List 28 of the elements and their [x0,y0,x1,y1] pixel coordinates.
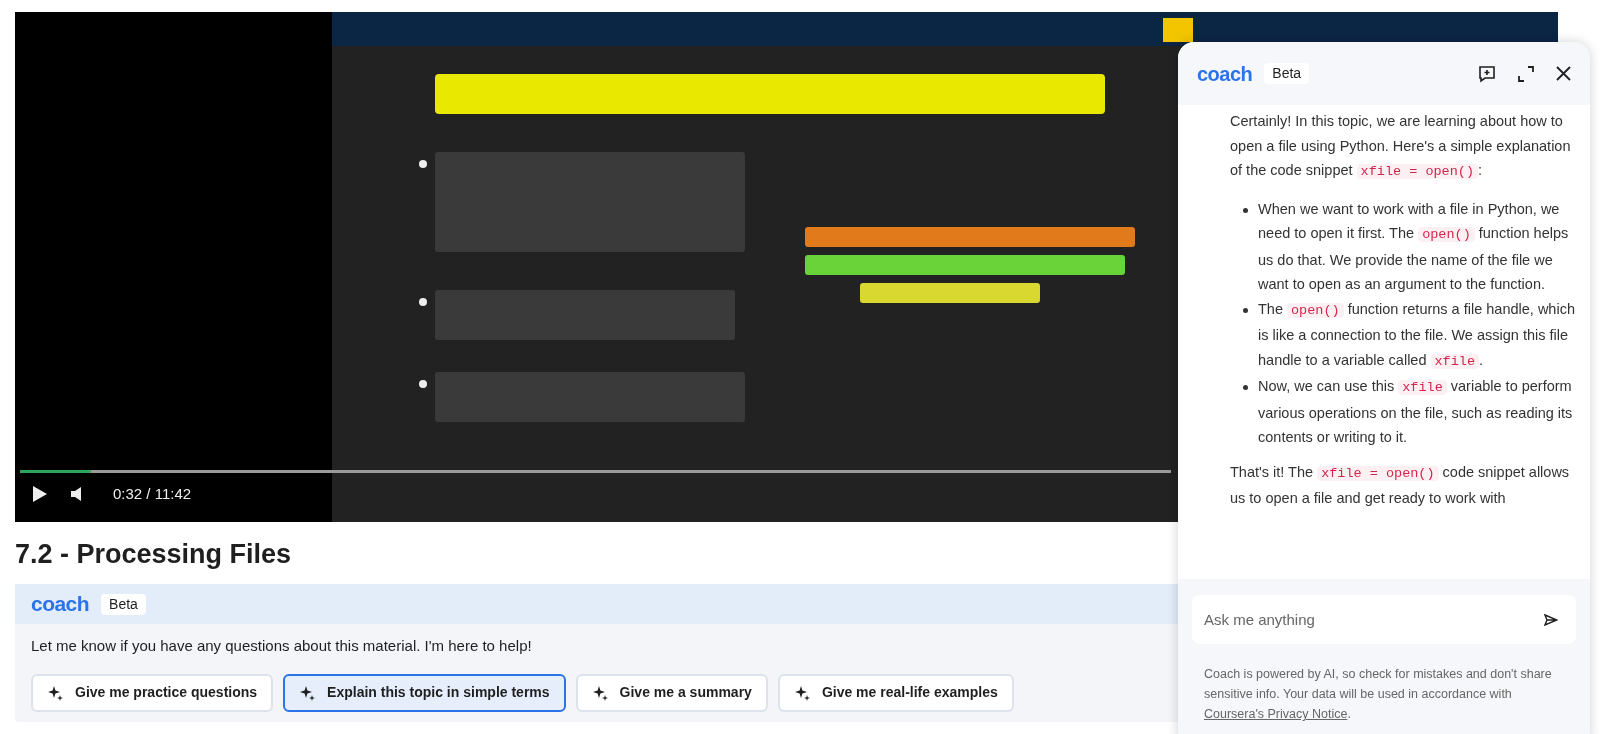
beta-badge: Beta [1264,63,1310,84]
new-chat-icon[interactable] [1478,64,1496,83]
beta-badge: Beta [101,593,146,615]
lesson-title: 7.2 - Processing Files [15,538,292,571]
bullet-text: The open() function returns a file handle, which is like a connection to the file. We assign this file handle to a variable called xfile . [1258,299,1576,371]
bullet-icon [1243,207,1248,213]
chat-paragraph: That's it! The xfile = open() code snippet allows us to open a file and get ready to work with [1230,462,1571,508]
suggestion-button[interactable]: Give me real-life examples [777,673,1014,712]
send-icon[interactable] [1544,614,1558,626]
play-icon[interactable] [33,486,47,503]
suggestion-button[interactable]: Give me practice questions [31,673,274,712]
close-icon[interactable] [1556,66,1571,81]
bullet-text: When we want to work with a file in Python, we need to open it first. The open() function helps us do that. We provide the name of the file we want to open as an argument to the function. [1258,199,1570,294]
progress-track[interactable] [20,470,1171,473]
disclaimer-text: Coach is powered by AI, so check for mistakes and don't share sensitive info. Your data will be used in accordance with Coursera's Privacy Notice. [1203,666,1553,723]
video-time: 0:32 / 11:42 [113,484,192,504]
coach-logo: coach [31,591,90,618]
bullet-icon [1243,385,1248,390]
bullet-text: Now, we can use this xfile variable to perform various operations on the file, such as reading its contents or writing to it. [1258,377,1574,447]
bullet-icon [1243,307,1248,313]
coach-message: Let me know if you have any questions about this material. I'm here to help! [30,636,533,656]
coach-logo: coach [1197,61,1253,87]
volume-icon[interactable] [71,487,81,502]
suggestion-button[interactable]: Explain this topic in simple terms [283,673,566,712]
chat-paragraph: Certainly! In this topic, we are learning about how to open a file using Python. Here's a simple explanation of the code snippet xfile = open() : [1230,112,1572,181]
expand-icon[interactable] [1518,65,1534,82]
suggestion-button[interactable]: Give me a summary [575,673,768,712]
ask-field[interactable]: Ask me anything [1192,595,1576,644]
